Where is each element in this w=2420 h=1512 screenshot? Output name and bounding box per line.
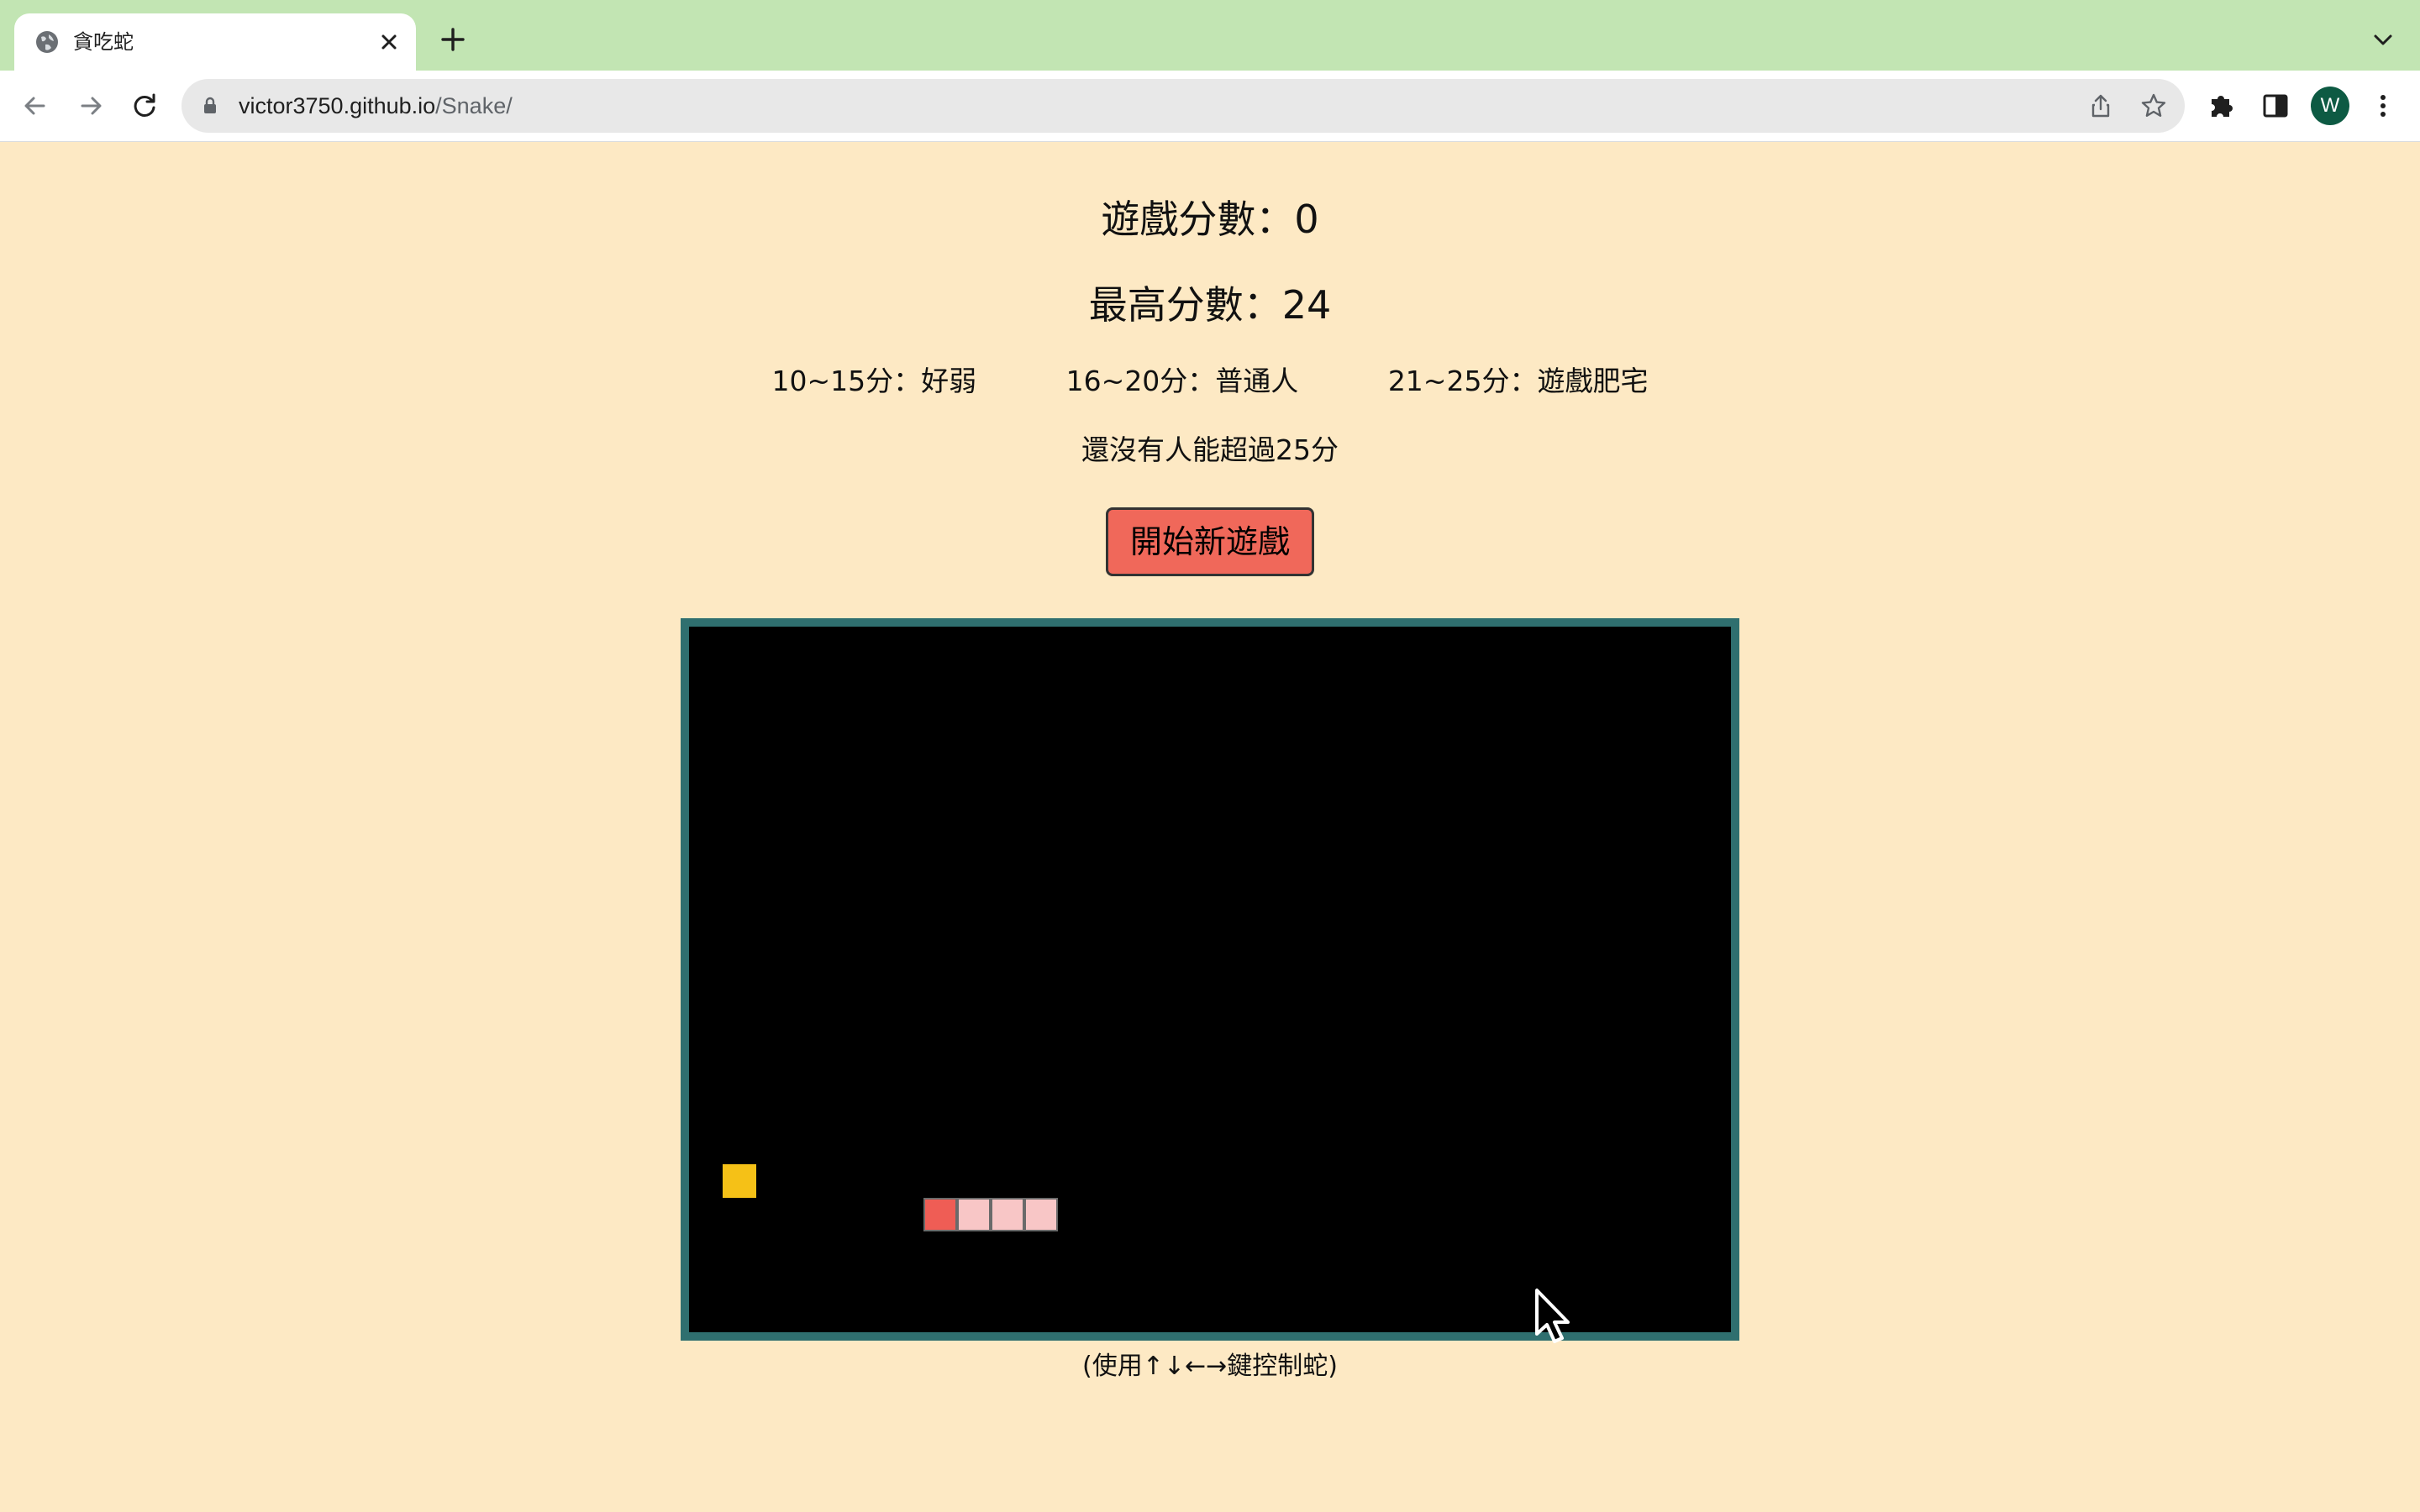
share-icon[interactable] bbox=[2087, 92, 2114, 119]
snake-body-segment bbox=[1024, 1198, 1058, 1231]
rank-gamer: 21~25分：遊戲肥宅 bbox=[1387, 365, 1649, 397]
url-host: victor3750.github.io bbox=[239, 93, 436, 118]
lock-icon[interactable] bbox=[200, 96, 220, 116]
forward-arrow-icon[interactable] bbox=[72, 87, 109, 124]
current-score: 遊戲分數：0 bbox=[1101, 197, 1319, 242]
close-icon[interactable] bbox=[376, 29, 402, 55]
food-block bbox=[723, 1164, 756, 1198]
address-bar[interactable]: victor3750.github.io/Snake/ bbox=[182, 79, 2185, 133]
extensions-puzzle-icon[interactable] bbox=[2203, 87, 2240, 124]
reload-icon[interactable] bbox=[126, 87, 163, 124]
high-score: 最高分數：24 bbox=[1088, 282, 1332, 328]
snake-body-segment bbox=[991, 1198, 1024, 1231]
record-note: 還沒有人能超過25分 bbox=[1081, 433, 1339, 466]
url-path: /Snake/ bbox=[435, 93, 513, 118]
more-menu-icon[interactable] bbox=[2365, 87, 2402, 124]
browser-tab[interactable]: 貪吃蛇 bbox=[14, 13, 416, 71]
snake-head bbox=[923, 1198, 957, 1231]
new-tab-icon[interactable] bbox=[439, 25, 467, 54]
start-new-game-button[interactable]: 開始新遊戲 bbox=[1106, 507, 1314, 576]
tab-strip: 貪吃蛇 bbox=[0, 0, 2420, 71]
rank-legend: 10~15分：好弱 16~20分：普通人 21~25分：遊戲肥宅 bbox=[0, 359, 2420, 399]
bookmark-star-icon[interactable] bbox=[2139, 92, 2168, 120]
chevron-down-icon[interactable] bbox=[2371, 29, 2395, 52]
mouse-cursor-icon bbox=[1535, 1289, 1570, 1343]
rank-weak: 10~15分：好弱 bbox=[771, 365, 977, 397]
profile-avatar[interactable]: W bbox=[2311, 87, 2349, 125]
page-body: 遊戲分數：0 最高分數：24 10~15分：好弱 16~20分：普通人 21~2… bbox=[0, 142, 2420, 1512]
rank-normal: 16~20分：普通人 bbox=[1065, 365, 1299, 397]
url-text[interactable]: victor3750.github.io/Snake/ bbox=[239, 79, 513, 133]
controls-hint: (使用↑↓←→鍵控制蛇) bbox=[1082, 1352, 1338, 1381]
tab-title: 貪吃蛇 bbox=[73, 30, 134, 54]
snake-body-segment bbox=[957, 1198, 991, 1231]
side-panel-icon[interactable] bbox=[2257, 87, 2294, 124]
browser-toolbar: victor3750.github.io/Snake/ bbox=[0, 71, 2420, 142]
back-arrow-icon[interactable] bbox=[17, 87, 54, 124]
globe-icon bbox=[36, 31, 58, 53]
game-board[interactable] bbox=[681, 618, 1739, 1341]
